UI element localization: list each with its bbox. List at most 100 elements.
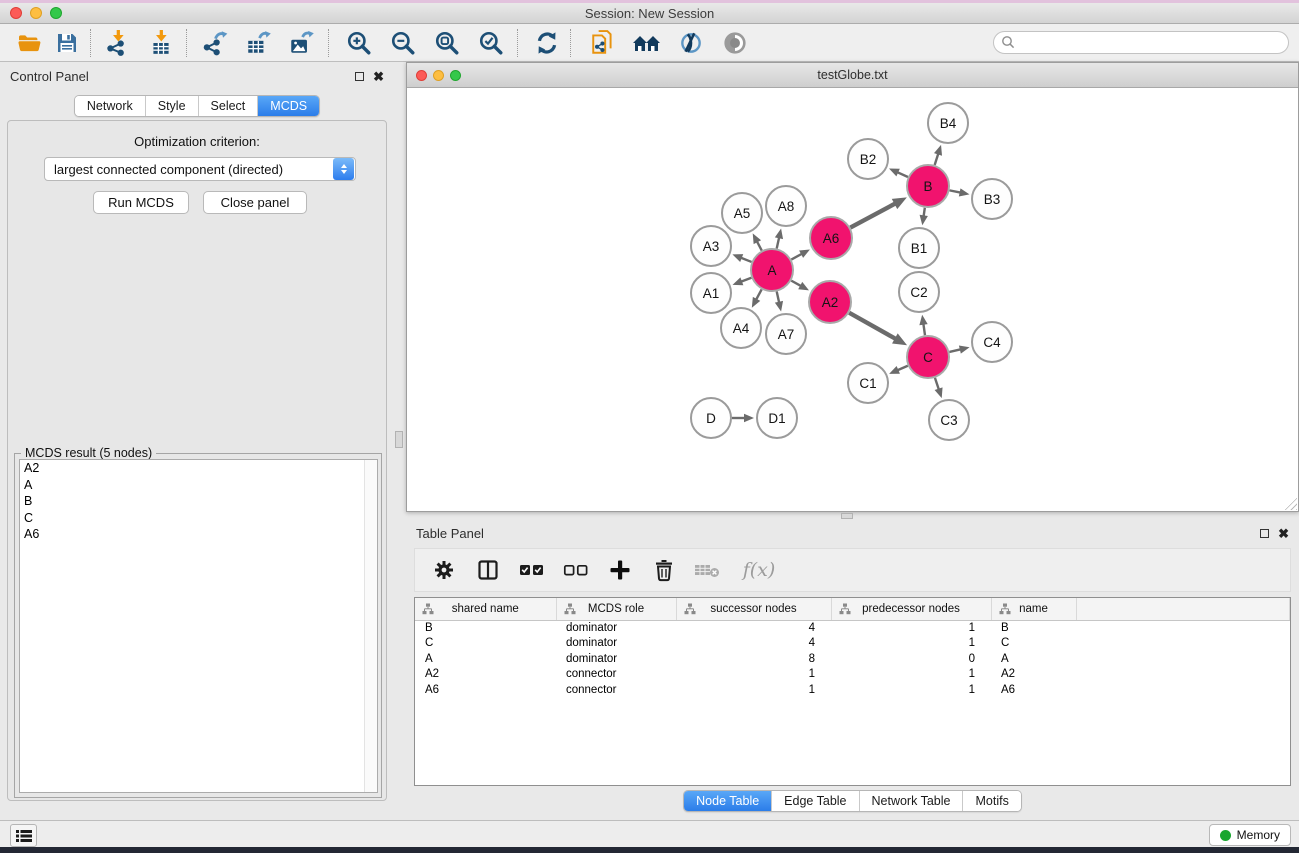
tab-select[interactable]: Select — [198, 96, 258, 116]
network-from-file-button[interactable] — [584, 27, 622, 59]
deselect-all-button[interactable] — [561, 555, 591, 585]
tab-network-table[interactable]: Network Table — [859, 791, 963, 811]
graph-edge-A-A8[interactable] — [777, 237, 780, 249]
graph-edge-C-C2[interactable] — [923, 323, 925, 335]
zoom-selected-button[interactable] — [472, 27, 510, 59]
network-canvas[interactable]: B4B2BB3A8A5A6A3B1AA1C2A2A4A7C4CC1C3DD1 — [407, 88, 1298, 511]
graphics-details-button[interactable] — [672, 27, 710, 59]
table-row[interactable]: Bdominator41B — [415, 620, 1290, 636]
mcds-result-item[interactable]: A — [20, 477, 377, 494]
graph-edge-A-A5[interactable] — [757, 241, 762, 251]
table-cell[interactable]: 1 — [831, 620, 991, 636]
maximize-window-button[interactable] — [50, 7, 62, 19]
table-cell[interactable]: 1 — [831, 636, 991, 652]
apply-layout-button[interactable] — [528, 27, 566, 59]
column-header-shared-name[interactable]: shared name — [415, 598, 556, 620]
graph-edge-A-A4[interactable] — [756, 289, 762, 300]
graph-edge-A6-B[interactable] — [850, 203, 895, 227]
graph-edge-A-A7[interactable] — [777, 291, 780, 303]
mcds-result-item[interactable]: A6 — [20, 526, 377, 543]
export-table-button[interactable] — [239, 27, 277, 59]
graph-edge-B-B3[interactable] — [950, 190, 962, 192]
mcds-result-item[interactable]: A2 — [20, 460, 377, 477]
table-cell[interactable]: 0 — [831, 651, 991, 667]
create-column-button[interactable] — [605, 555, 635, 585]
maximize-network-window-button[interactable] — [450, 70, 461, 81]
table-cell[interactable]: B — [415, 620, 556, 636]
table-row[interactable]: A2connector11A2 — [415, 667, 1290, 683]
column-header-MCDS-role[interactable]: MCDS role — [556, 598, 676, 620]
table-cell[interactable]: A6 — [415, 682, 556, 698]
table-cell[interactable]: 1 — [676, 682, 831, 698]
scrollbar-track[interactable] — [364, 460, 377, 792]
table-cell[interactable]: A6 — [991, 682, 1076, 698]
network-window-titlebar[interactable]: testGlobe.txt — [407, 63, 1298, 88]
table-cell[interactable]: B — [991, 620, 1076, 636]
float-panel-icon[interactable] — [355, 72, 364, 81]
graph-edge-C-C4[interactable] — [949, 349, 961, 352]
table-row[interactable]: Adominator80A — [415, 651, 1290, 667]
table-cell[interactable]: connector — [556, 682, 676, 698]
tab-style[interactable]: Style — [145, 96, 198, 116]
table-cell[interactable]: dominator — [556, 620, 676, 636]
delete-column-button[interactable] — [649, 555, 679, 585]
optimization-criterion-select[interactable]: largest connected component (directed) — [44, 157, 356, 181]
run-mcds-button[interactable]: Run MCDS — [93, 191, 189, 214]
table-cell[interactable]: A — [991, 651, 1076, 667]
table-cell[interactable]: A2 — [415, 667, 556, 683]
table-cell[interactable]: 4 — [676, 620, 831, 636]
column-header-predecessor-nodes[interactable]: predecessor nodes — [831, 598, 991, 620]
table-cell[interactable]: 1 — [831, 667, 991, 683]
graph-edge-A-A3[interactable] — [740, 258, 751, 262]
graph-edge-B-B4[interactable] — [935, 153, 939, 165]
tab-mcds[interactable]: MCDS — [257, 96, 319, 116]
table-cell[interactable]: connector — [556, 667, 676, 683]
minimize-window-button[interactable] — [30, 7, 42, 19]
mcds-result-item[interactable]: C — [20, 510, 377, 527]
table-cell[interactable]: 1 — [831, 682, 991, 698]
zoom-in-button[interactable] — [340, 27, 378, 59]
open-session-button[interactable] — [10, 27, 48, 59]
table-settings-button[interactable] — [429, 555, 459, 585]
graph-edge-C-C1[interactable] — [897, 366, 908, 371]
delete-table-button[interactable] — [693, 555, 723, 585]
graph-edge-A-A2[interactable] — [791, 281, 801, 287]
close-panel-button[interactable]: Close panel — [203, 191, 307, 214]
search-input[interactable] — [993, 31, 1289, 54]
table-cell[interactable]: dominator — [556, 636, 676, 652]
close-panel-icon[interactable]: ✖ — [373, 72, 384, 81]
graph-edge-C-C3[interactable] — [935, 378, 939, 390]
table-cell[interactable]: C — [415, 636, 556, 652]
zoom-fit-button[interactable] — [428, 27, 466, 59]
table-cell[interactable]: A2 — [991, 667, 1076, 683]
select-all-button[interactable] — [517, 555, 547, 585]
graph-edge-A2-C[interactable] — [849, 313, 896, 339]
home-browser-button[interactable] — [628, 27, 666, 59]
table-cell[interactable]: 1 — [676, 667, 831, 683]
memory-button[interactable]: Memory — [1209, 824, 1291, 846]
close-window-button[interactable] — [10, 7, 22, 19]
import-network-button[interactable] — [99, 27, 137, 59]
export-network-button[interactable] — [196, 27, 234, 59]
tab-network[interactable]: Network — [75, 96, 145, 116]
table-cell[interactable]: 4 — [676, 636, 831, 652]
tab-node-table[interactable]: Node Table — [684, 791, 771, 811]
graph-edge-B-B2[interactable] — [897, 172, 908, 177]
minimize-network-window-button[interactable] — [433, 70, 444, 81]
import-table-button[interactable] — [142, 27, 180, 59]
function-builder-button[interactable]: f(x) — [737, 555, 781, 585]
zoom-out-button[interactable] — [384, 27, 422, 59]
table-row[interactable]: A6connector11A6 — [415, 682, 1290, 698]
column-header-successor-nodes[interactable]: successor nodes — [676, 598, 831, 620]
table-cell[interactable]: A — [415, 651, 556, 667]
table-cell[interactable]: 8 — [676, 651, 831, 667]
show-columns-button[interactable] — [473, 555, 503, 585]
table-cell[interactable]: C — [991, 636, 1076, 652]
tab-edge-table[interactable]: Edge Table — [771, 791, 858, 811]
show-hide-button[interactable] — [716, 27, 754, 59]
export-image-button[interactable] — [282, 27, 320, 59]
save-session-button[interactable] — [48, 27, 86, 59]
tab-motifs[interactable]: Motifs — [962, 791, 1020, 811]
column-header-name[interactable]: name — [991, 598, 1076, 620]
close-network-window-button[interactable] — [416, 70, 427, 81]
